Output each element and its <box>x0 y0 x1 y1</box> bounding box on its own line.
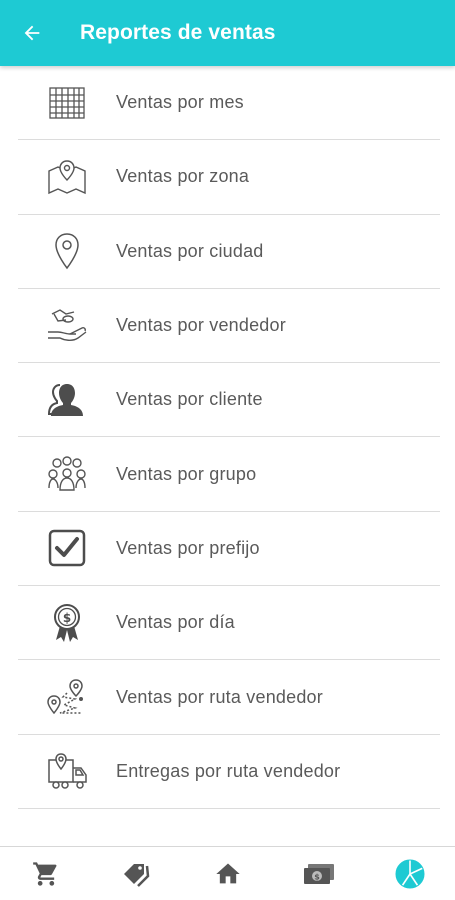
report-label: Entregas por ruta vendedor <box>116 760 341 781</box>
report-label: Ventas por ciudad <box>116 240 264 261</box>
svg-text:$: $ <box>314 872 320 881</box>
report-item-cliente[interactable]: Ventas por cliente <box>18 363 440 438</box>
nav-cart[interactable] <box>11 847 81 900</box>
report-label: Ventas por ruta vendedor <box>116 686 323 707</box>
tags-icon <box>123 863 149 887</box>
report-item-grupo[interactable]: Ventas por grupo <box>18 437 440 512</box>
report-label: Ventas por mes <box>116 92 244 113</box>
report-label: Ventas por prefijo <box>116 537 260 558</box>
delivery-truck-icon <box>48 753 87 790</box>
map-pin-icon <box>48 160 86 195</box>
report-item-ruta-vendedor[interactable]: Ventas por ruta vendedor <box>18 660 440 735</box>
location-pin-icon <box>55 233 79 270</box>
report-item-dia[interactable]: $ Ventas por día <box>18 586 440 661</box>
cash-icon: $ <box>303 863 334 884</box>
group-icon <box>48 456 86 491</box>
report-label: Ventas por cliente <box>116 389 263 410</box>
report-item-zona[interactable]: Ventas por zona <box>18 140 440 215</box>
report-list: Ventas por mes Ventas por zona Ventas po… <box>18 66 440 809</box>
nav-home[interactable] <box>193 847 263 900</box>
report-label: Ventas por grupo <box>116 463 257 484</box>
back-button[interactable] <box>0 0 64 66</box>
report-item-ciudad[interactable]: Ventas por ciudad <box>18 215 440 289</box>
dollar-medal-icon: $ <box>54 603 80 642</box>
home-icon <box>215 863 240 883</box>
report-item-entregas[interactable]: Entregas por ruta vendedor <box>18 735 440 809</box>
report-label: Ventas por zona <box>116 166 250 187</box>
app-bar: Reportes de ventas <box>0 0 455 66</box>
person-icon <box>47 383 83 416</box>
report-label: Ventas por día <box>116 612 235 633</box>
report-item-mes[interactable]: Ventas por mes <box>18 66 440 141</box>
svg-text:$: $ <box>63 611 71 625</box>
nav-cash[interactable]: $ <box>284 847 354 900</box>
calendar-grid-icon <box>49 87 85 119</box>
report-item-prefijo[interactable]: Ventas por prefijo <box>18 512 440 587</box>
arrow-back-icon <box>24 25 40 41</box>
report-item-vendedor[interactable]: Ventas por vendedor <box>18 289 440 364</box>
hand-coin-icon <box>48 308 87 341</box>
pie-chart-icon <box>395 859 424 888</box>
cart-icon <box>32 861 56 886</box>
nav-tags[interactable] <box>102 847 172 900</box>
route-icon <box>47 679 83 715</box>
checkbox-icon <box>48 530 86 567</box>
nav-reports[interactable] <box>375 847 445 900</box>
bottom-navigation: $ <box>0 846 455 900</box>
report-label: Ventas por vendedor <box>116 315 286 336</box>
page-title: Reportes de ventas <box>80 21 276 44</box>
